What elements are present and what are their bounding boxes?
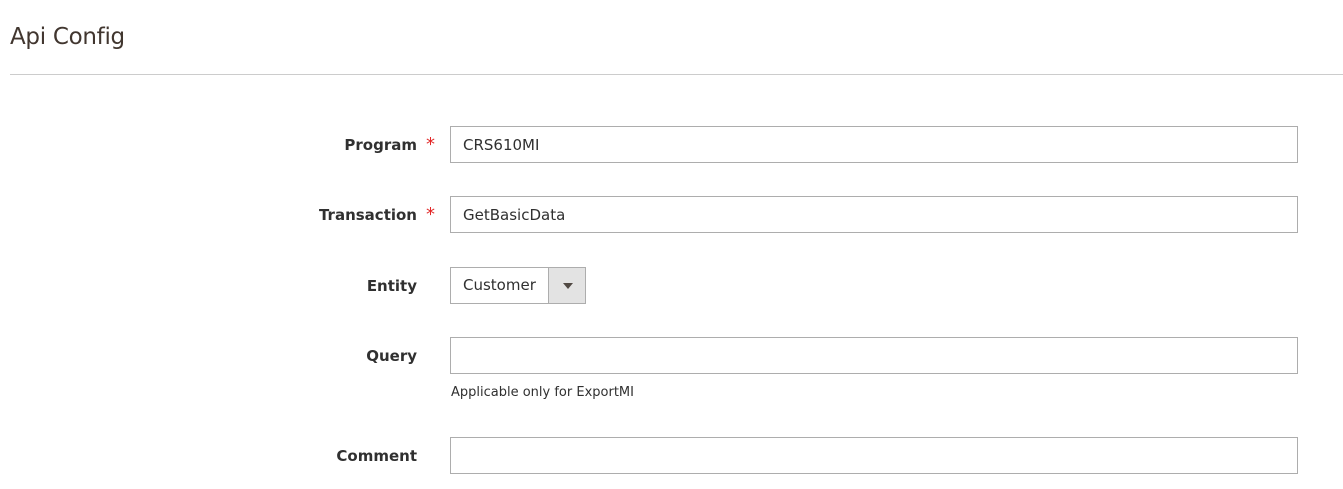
program-required-mark: * (426, 134, 435, 155)
section-divider (10, 74, 1343, 75)
query-input[interactable] (450, 337, 1298, 374)
chevron-down-icon (563, 283, 573, 289)
entity-select-value: Customer (463, 276, 536, 294)
comment-input[interactable] (450, 437, 1298, 474)
transaction-input[interactable] (450, 196, 1298, 233)
comment-label: Comment (336, 447, 417, 465)
transaction-required-mark: * (426, 204, 435, 225)
query-note: Applicable only for ExportMI (451, 385, 634, 400)
entity-select-trigger[interactable] (548, 268, 585, 303)
entity-select[interactable]: Customer (450, 267, 586, 304)
api-config-page: Api Config Program * Transaction * Entit… (0, 0, 1343, 489)
section-title: Api Config (10, 24, 125, 50)
entity-label: Entity (366, 277, 417, 295)
query-label: Query (366, 347, 417, 365)
transaction-label: Transaction (318, 206, 417, 224)
program-label: Program (344, 136, 417, 154)
program-input[interactable] (450, 126, 1298, 163)
